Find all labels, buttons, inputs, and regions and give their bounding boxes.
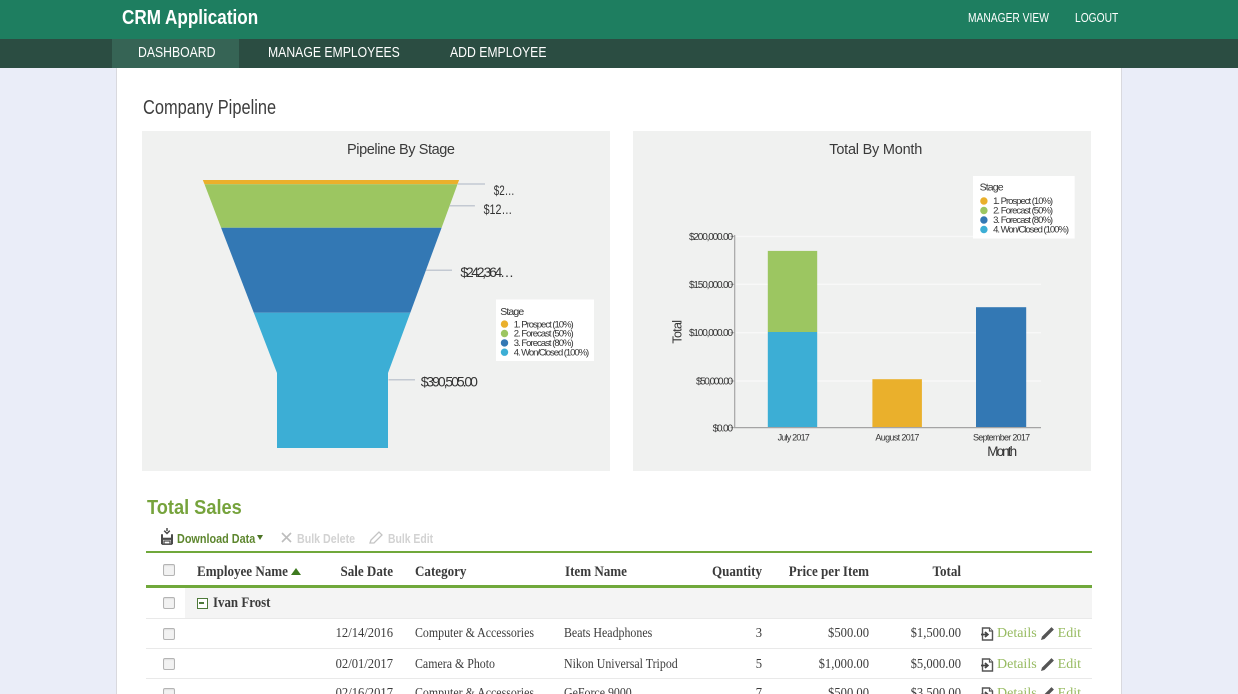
- svg-text:September 2017: September 2017: [973, 433, 1030, 443]
- svg-text:Total By Month: Total By Month: [829, 142, 922, 158]
- svg-text:$100,000.00: $100,000.00: [689, 328, 733, 339]
- svg-text:$150,000.00: $150,000.00: [689, 280, 733, 291]
- svg-text:Total: Total: [670, 320, 684, 344]
- svg-text:August 2017: August 2017: [875, 433, 919, 443]
- svg-text:$0.00: $0.00: [713, 424, 734, 435]
- svg-text:Stage: Stage: [980, 182, 1004, 194]
- svg-text:Stage: Stage: [500, 306, 524, 318]
- svg-text:July 2017: July 2017: [778, 433, 810, 443]
- svg-text:$242,364…: $242,364…: [460, 264, 514, 280]
- svg-text:$200,000.00: $200,000.00: [689, 232, 733, 243]
- svg-text:4. Won/Closed (100%): 4. Won/Closed (100%): [514, 347, 590, 358]
- svg-text:4. Won/Closed (100%): 4. Won/Closed (100%): [993, 225, 1069, 236]
- svg-text:Month: Month: [987, 444, 1017, 459]
- svg-text:$12…: $12…: [484, 201, 513, 217]
- svg-text:$2…: $2…: [494, 182, 515, 198]
- svg-text:$50,000.00: $50,000.00: [696, 377, 733, 388]
- svg-text:$390,505.00: $390,505.00: [421, 374, 478, 390]
- svg-text:Pipeline By Stage: Pipeline By Stage: [347, 142, 455, 158]
